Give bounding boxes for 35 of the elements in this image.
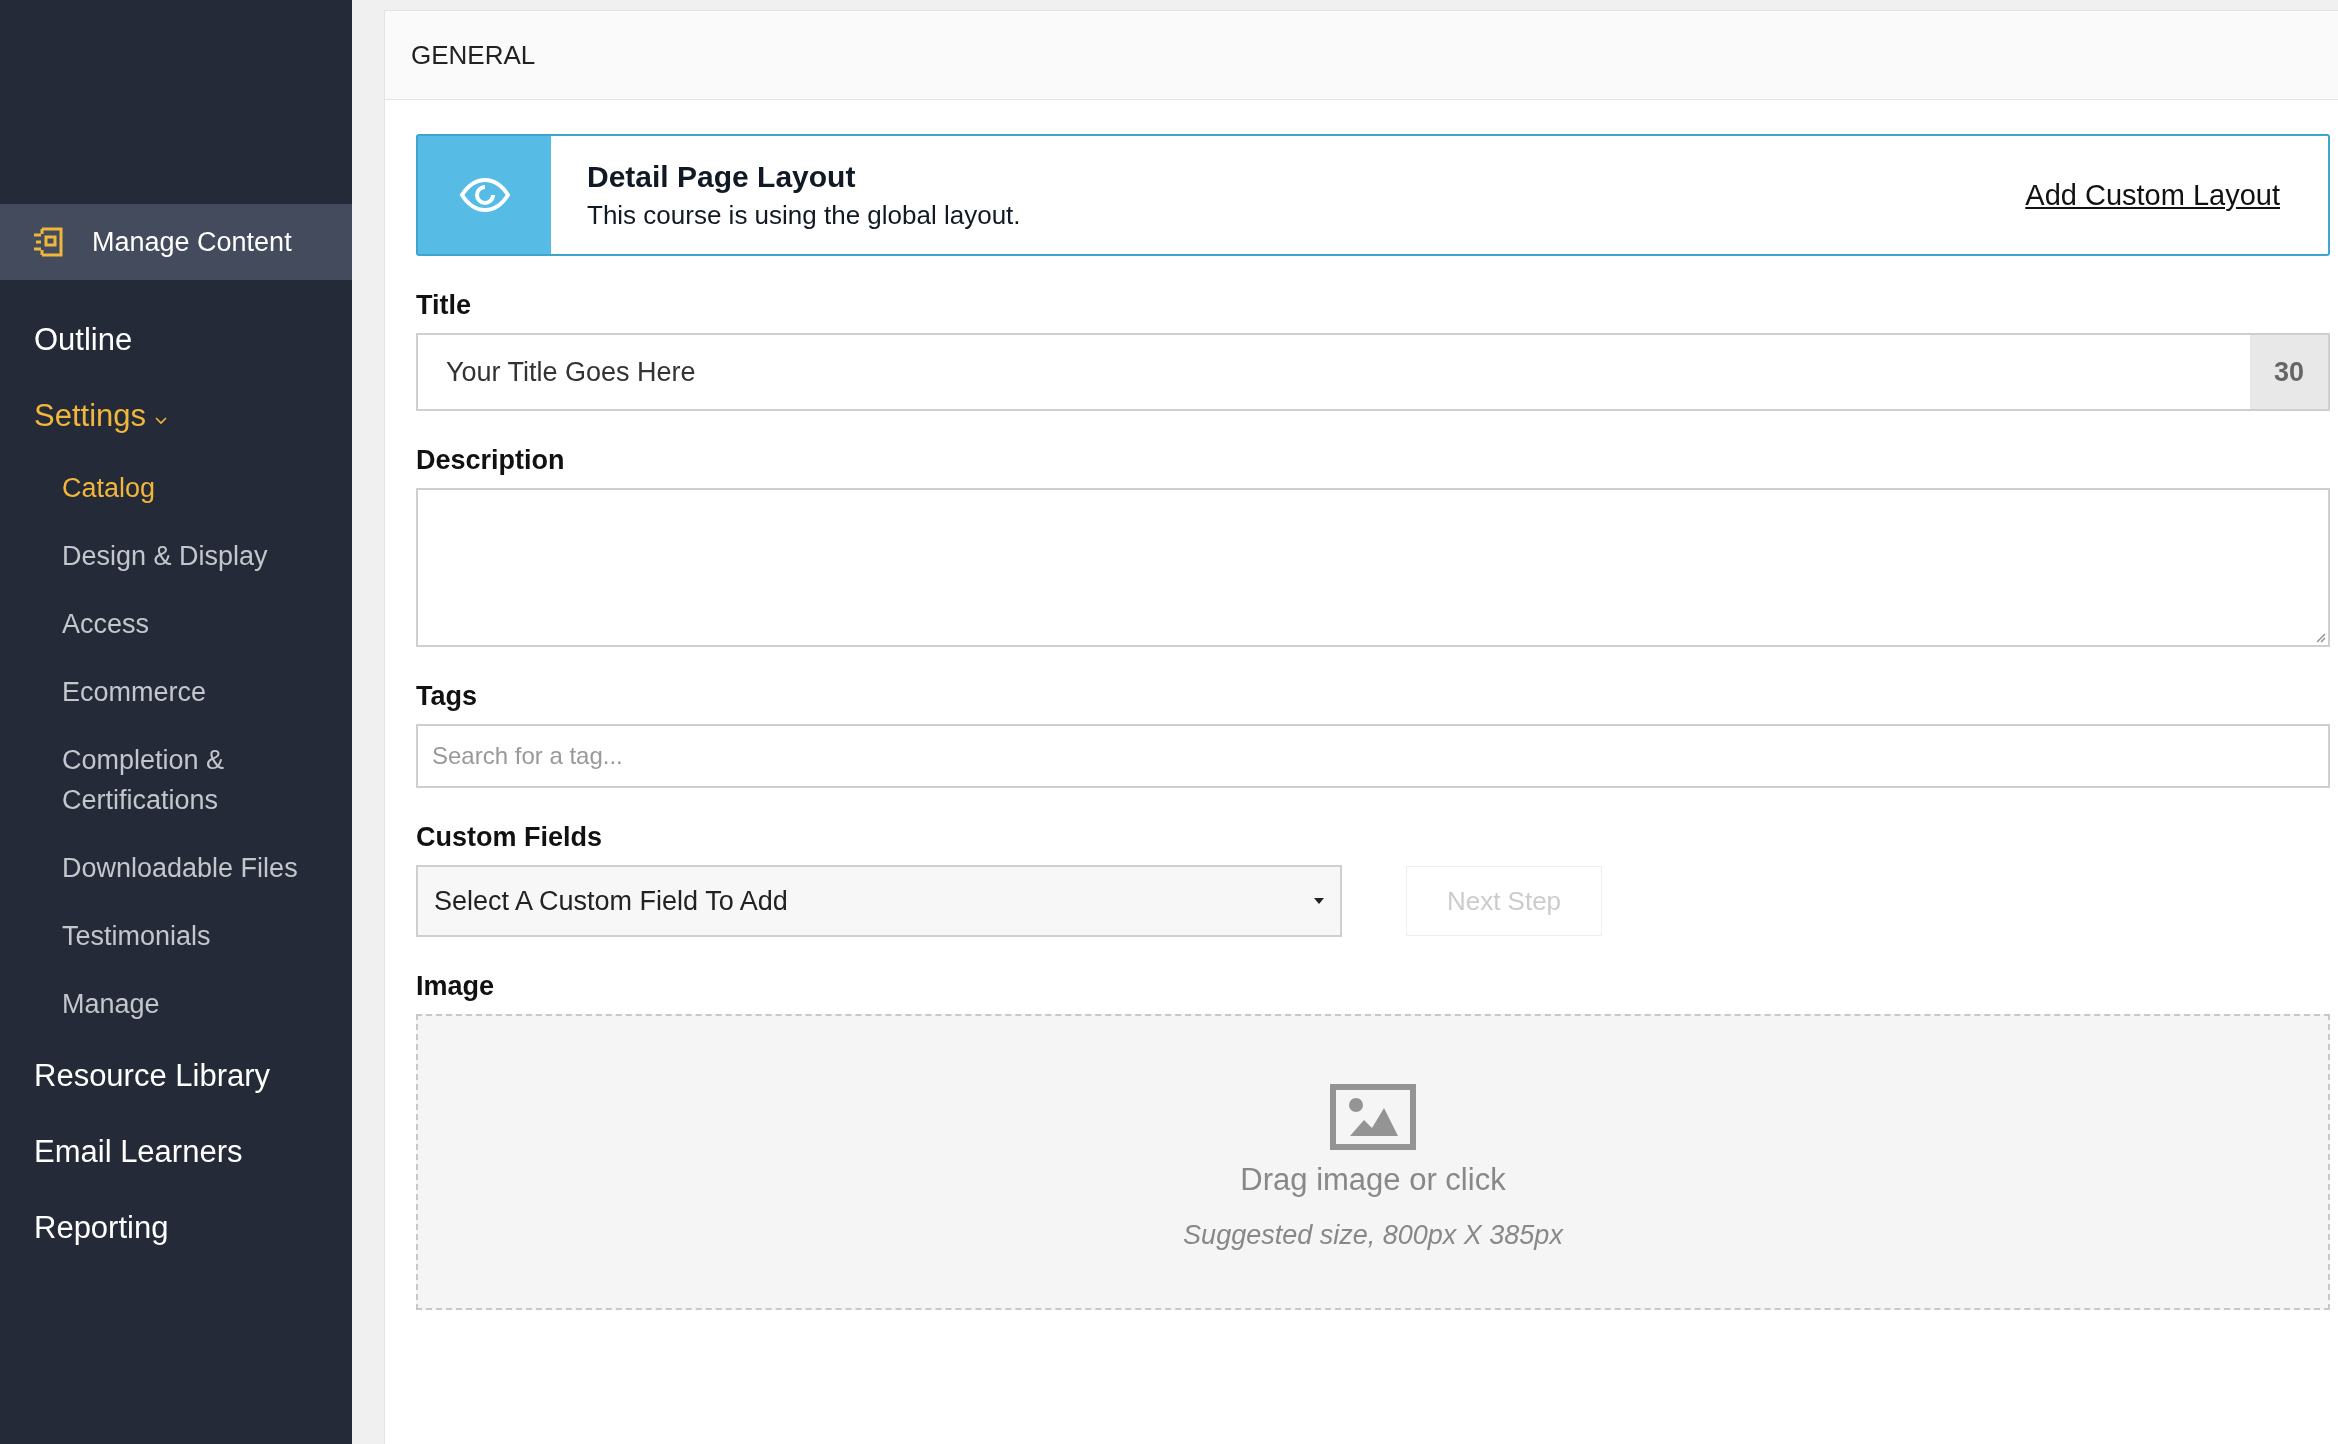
- eye-icon: [458, 177, 511, 213]
- dropdown-caret-icon: [1314, 898, 1324, 904]
- nav-subitem[interactable]: Ecommerce: [0, 658, 352, 726]
- nav-subitem[interactable]: Catalog: [0, 454, 352, 522]
- nav-subitem[interactable]: Completion & Certifications: [0, 726, 352, 834]
- resize-handle-icon[interactable]: [2314, 631, 2326, 643]
- nav-item[interactable]: Email Learners: [0, 1114, 352, 1190]
- banner-text: This course is using the global layout.: [587, 199, 1022, 231]
- field-label: Custom Fields: [416, 822, 604, 853]
- nav-item[interactable]: Outline: [0, 302, 352, 378]
- nav-item[interactable]: Settings: [0, 378, 352, 454]
- banner-title: Detail Page Layout: [587, 159, 857, 194]
- custom-field-select[interactable]: Select A Custom Field To Add: [416, 865, 1342, 937]
- nav-subitem[interactable]: Manage: [0, 970, 352, 1038]
- nav-subitem[interactable]: Design & Display: [0, 522, 352, 590]
- field-label: Description: [416, 445, 566, 476]
- dropzone-text: Drag image or click: [1240, 1161, 1506, 1198]
- section-title: GENERAL: [411, 39, 536, 71]
- field-label: Title: [416, 290, 472, 321]
- nav-item[interactable]: Reporting: [0, 1190, 352, 1266]
- dropzone-hint: Suggested size, 800px X 385px: [1183, 1219, 1563, 1251]
- nav-subitem[interactable]: Testimonials: [0, 902, 352, 970]
- image-icon: [1330, 1083, 1416, 1150]
- nav-subitem[interactable]: Downloadable Files: [0, 834, 352, 902]
- title-field[interactable]: Your Title Goes Here 30: [416, 333, 2330, 411]
- manage-content-item[interactable]: Manage Content: [0, 204, 352, 280]
- character-counter: 30: [2250, 335, 2328, 409]
- content-icon: [32, 226, 64, 258]
- nav-item[interactable]: Resource Library: [0, 1038, 352, 1114]
- description-field[interactable]: [416, 488, 2330, 647]
- field-label: Image: [416, 971, 496, 1002]
- tag-search-field[interactable]: Search for a tag...: [416, 724, 2330, 788]
- add-custom-layout-link[interactable]: Add Custom Layout: [2025, 178, 2280, 212]
- nav-subitem[interactable]: Access: [0, 590, 352, 658]
- field-label: Tags: [416, 681, 478, 712]
